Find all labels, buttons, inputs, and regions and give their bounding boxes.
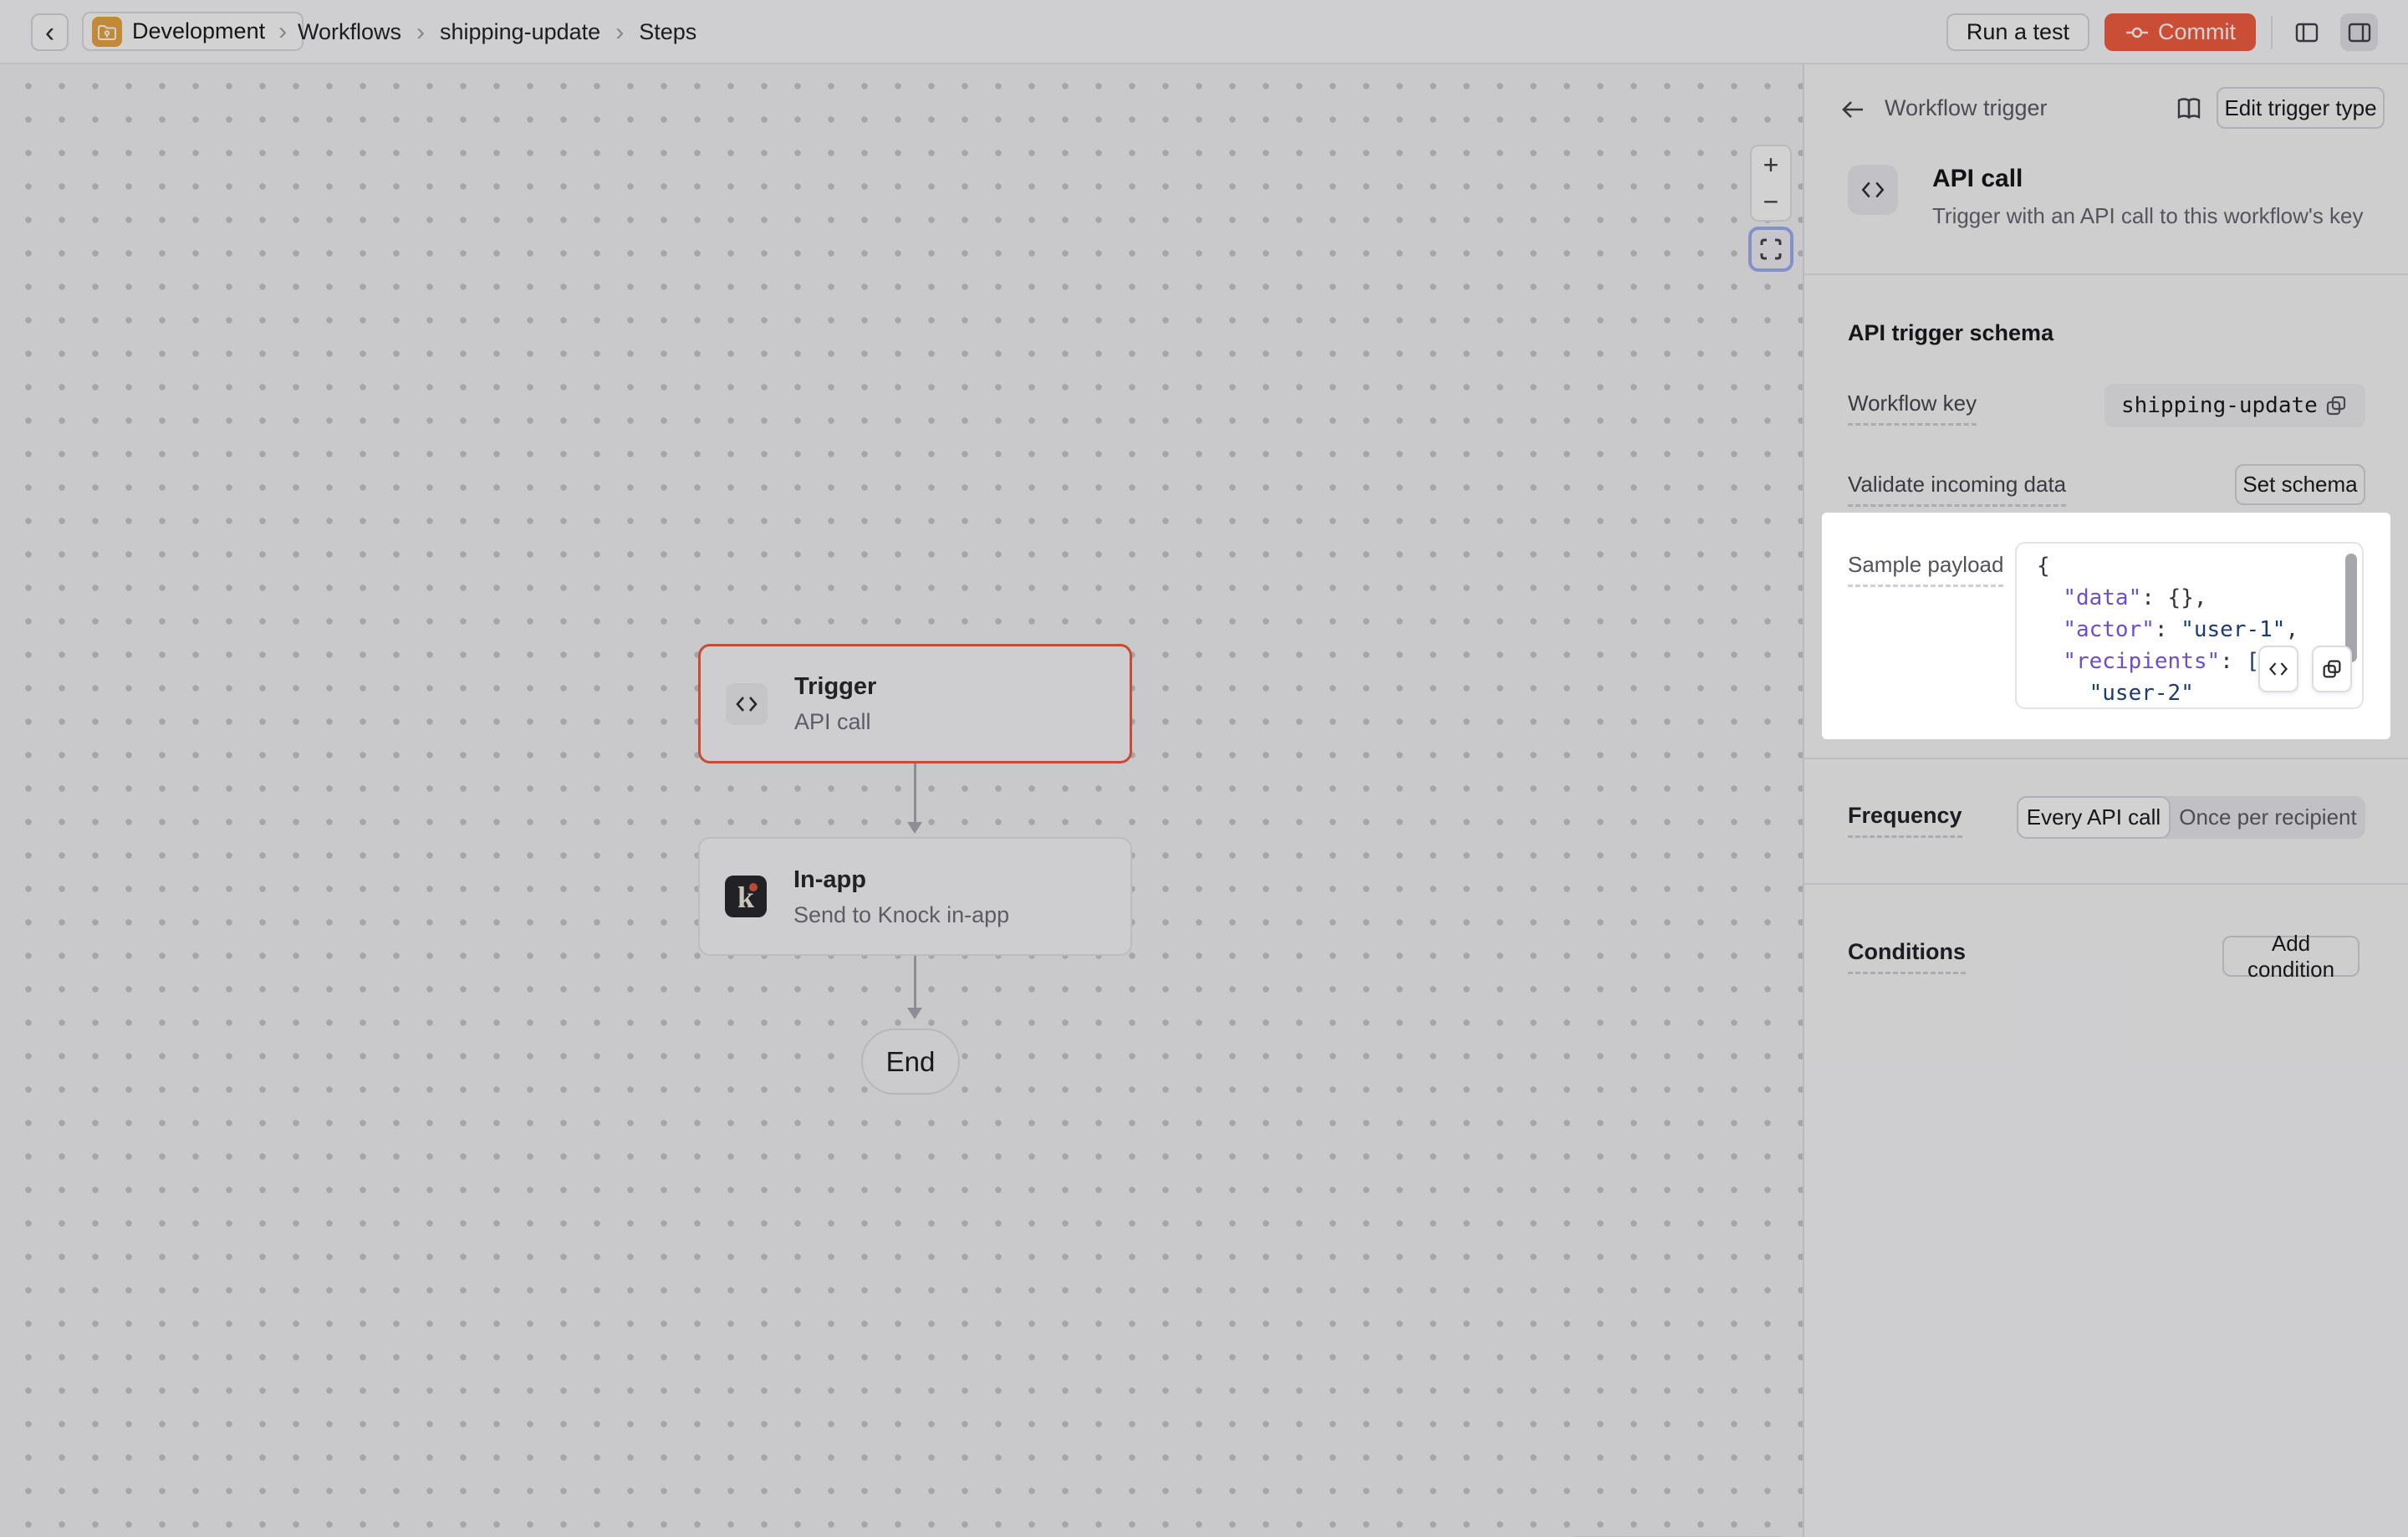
trigger-config-panel: Workflow trigger Edit trigger type API c… (1804, 64, 2408, 1537)
code-brackets-icon (2268, 659, 2289, 679)
inapp-node-title: In-app (793, 861, 1009, 899)
sample-payload-label: Sample payload (1848, 552, 2003, 587)
format-code-button[interactable] (2258, 646, 2298, 692)
back-button[interactable]: ‹ (31, 13, 69, 51)
chevron-right-icon: › (612, 20, 627, 45)
trigger-type-name: API call (1932, 165, 2023, 193)
sample-payload-spotlight: Sample payload { "data": {}, "actor": "u… (1822, 513, 2390, 739)
editor-actions (2258, 646, 2352, 692)
end-node-label: End (886, 1046, 936, 1078)
panel-title: Workflow trigger (1885, 95, 2048, 121)
trigger-node-subtitle: API call (794, 706, 876, 738)
environment-switcher[interactable]: Development › (82, 12, 304, 51)
docs-button[interactable] (2170, 89, 2208, 128)
breadcrumb-workflow-key[interactable]: shipping-update (440, 19, 600, 45)
inapp-node[interactable]: k In-app Send to Knock in-app (698, 837, 1132, 956)
copy-icon (2324, 393, 2349, 418)
trigger-node-text: Trigger API call (794, 668, 876, 738)
chevron-right-icon: › (275, 19, 290, 44)
top-bar-actions: Run a test Commit (1946, 0, 2378, 64)
api-call-icon (1848, 165, 1898, 215)
inapp-node-subtitle: Send to Knock in-app (793, 899, 1009, 932)
arrow-left-icon (1838, 94, 1868, 125)
edge-arrowhead (907, 822, 922, 834)
fit-view-icon (1758, 237, 1783, 262)
knock-logo-dot (749, 883, 758, 891)
edge-arrowhead (907, 1008, 922, 1019)
add-condition-button[interactable]: Add condition (2222, 936, 2360, 977)
top-bar: ‹ Development › Workflows › shipping-upd… (0, 0, 2408, 64)
left-panel-icon (2293, 19, 2320, 46)
breadcrumb-workflows[interactable]: Workflows (298, 19, 401, 45)
validate-incoming-data-label: Validate incoming data (1848, 472, 2066, 507)
commit-button[interactable]: Commit (2104, 13, 2256, 51)
zoom-in-button[interactable]: + (1758, 151, 1784, 179)
trigger-node-title: Trigger (794, 668, 876, 706)
environment-folder-icon (92, 17, 122, 47)
trigger-node[interactable]: Trigger API call (698, 644, 1132, 763)
frequency-option-once-per-recipient[interactable]: Once per recipient (2171, 796, 2365, 839)
toolbar-divider (2271, 16, 2273, 49)
end-node[interactable]: End (861, 1029, 960, 1095)
edit-trigger-type-button[interactable]: Edit trigger type (2217, 87, 2385, 129)
frequency-row: Frequency (1848, 803, 1962, 838)
copy-workflow-key-button[interactable] (2319, 392, 2354, 419)
code-brackets-icon (726, 683, 768, 725)
app-window: ‹ Development › Workflows › shipping-upd… (0, 0, 2408, 1537)
left-panel-toggle-button[interactable] (2288, 13, 2325, 51)
breadcrumb: Workflows › shipping-update › Steps (298, 0, 696, 64)
inapp-node-text: In-app Send to Knock in-app (793, 861, 1009, 932)
edge-inapp-to-end (914, 956, 916, 1009)
zoom-controls: + − (1750, 145, 1792, 222)
book-icon (2175, 94, 2203, 123)
environment-name: Development (132, 18, 265, 44)
workflow-canvas[interactable]: + − Trigger API call (0, 64, 1804, 1537)
validate-row: Validate incoming data (1848, 472, 2066, 507)
edge-trigger-to-inapp (914, 763, 916, 824)
commit-label: Commit (2158, 19, 2236, 45)
back-chevron-icon: ‹ (45, 18, 54, 47)
canvas-controls: + − (1750, 145, 1792, 272)
commit-icon (2125, 20, 2150, 45)
sample-payload-row: Sample payload (1848, 552, 2003, 587)
copy-payload-button[interactable] (2312, 646, 2352, 692)
api-trigger-schema-heading: API trigger schema (1848, 320, 2053, 346)
workflow-key-value-box: shipping-update (2104, 384, 2365, 427)
frequency-segmented-control: Every API call Once per recipient (2017, 796, 2365, 839)
copy-icon (2320, 657, 2344, 681)
frequency-label: Frequency (1848, 803, 1962, 838)
trigger-type-description: Trigger with an API call to this workflo… (1932, 203, 2364, 229)
fit-view-button[interactable] (1748, 227, 1793, 272)
workflow-key-value: shipping-update (2121, 393, 2318, 418)
panel-divider (1804, 758, 2408, 759)
set-schema-button[interactable]: Set schema (2235, 464, 2365, 505)
panel-back-button[interactable] (1838, 94, 1868, 125)
right-panel-toggle-button[interactable] (2340, 13, 2378, 51)
panel-divider (1804, 273, 2408, 275)
conditions-row: Conditions (1848, 939, 1966, 974)
breadcrumb-steps[interactable]: Steps (639, 19, 696, 45)
panel-divider (1804, 883, 2408, 885)
zoom-out-button[interactable]: − (1758, 187, 1784, 216)
right-panel-icon (2346, 19, 2373, 46)
workflow-key-label: Workflow key (1848, 391, 1977, 426)
conditions-label: Conditions (1848, 939, 1966, 974)
frequency-option-every-api-call[interactable]: Every API call (2017, 796, 2171, 839)
run-test-button[interactable]: Run a test (1946, 13, 2089, 51)
knock-logo-icon: k (725, 876, 767, 917)
sample-payload-editor[interactable]: { "data": {}, "actor": "user-1", "recipi… (2015, 542, 2364, 709)
chevron-right-icon: › (413, 20, 428, 45)
workflow-key-row: Workflow key (1848, 391, 1977, 426)
